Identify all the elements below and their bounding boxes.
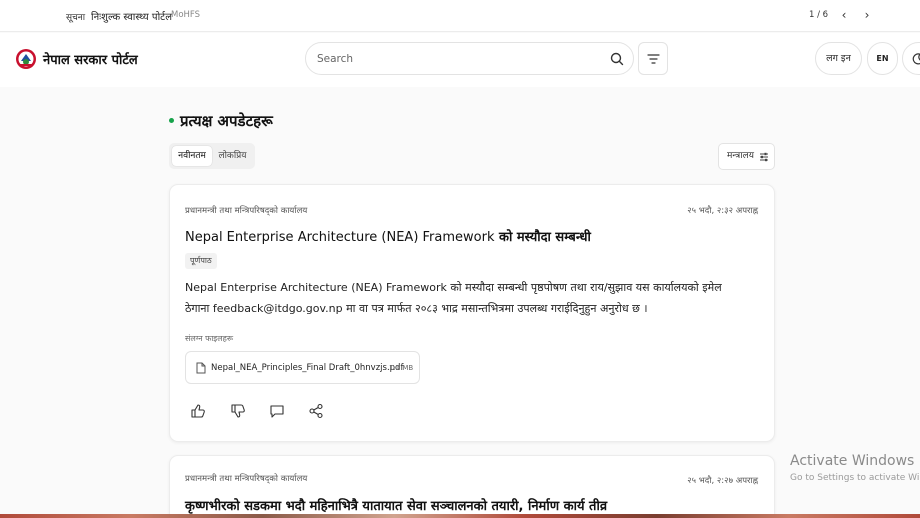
card-title-en: Nepal Enterprise Architecture (NEA) Fram… (185, 230, 495, 245)
notice-ticker: सूचना निःशुल्क स्वास्थ्य पोर्टल MoHFS 1 … (0, 0, 920, 32)
ticker-source: MoHFS (171, 10, 201, 20)
full-text-badge[interactable]: पूर्णपाठ (185, 253, 217, 269)
login-button[interactable]: लग इन (815, 42, 862, 75)
card-source[interactable]: प्रधानमन्त्री तथा मन्त्रिपरिषद्‌को कार्य… (185, 205, 307, 216)
search-input[interactable]: Search (305, 42, 634, 75)
sort-tabs: नवीनतम लोकप्रिय (169, 143, 255, 169)
attachment-filesize: 1.1 MB (389, 364, 414, 372)
ministry-filter-button[interactable]: मन्त्रालय (718, 143, 775, 170)
card-source[interactable]: प्रधानमन्त्री तथा मन्त्रिपरिषद्‌को कार्य… (185, 473, 307, 484)
attachment-filename: Nepal_NEA_Principles_Final Draft_0hnvzjs… (211, 363, 404, 373)
ticker-pager: 1 / 6 (809, 10, 829, 20)
attachment-chip[interactable]: Nepal_NEA_Principles_Final Draft_0hnvzjs… (185, 351, 420, 384)
ticker-message[interactable]: निःशुल्क स्वास्थ्य पोर्टल (91, 9, 172, 23)
comment-icon[interactable] (269, 403, 285, 419)
activate-windows-subtext: Go to Settings to activate Windows. (790, 473, 920, 483)
section-title-text: प्रत्यक्ष अपडेटहरू (180, 112, 273, 130)
theme-toggle-button[interactable] (902, 42, 920, 75)
chevron-right-icon[interactable]: › (861, 8, 873, 22)
thumbs-up-icon[interactable] (190, 403, 206, 419)
attachments-label: संलग्न फाइलहरू (185, 334, 234, 343)
tab-latest[interactable]: नवीनतम (172, 146, 212, 166)
language-toggle-button[interactable]: EN (867, 42, 898, 75)
ministry-filter-label: मन्त्रालय (727, 151, 754, 161)
moon-icon (912, 53, 920, 65)
nepal-emblem-icon[interactable] (15, 48, 37, 70)
card-date: २५ भदौ, २:२७ अपराह्न (687, 476, 758, 486)
thumbs-down-icon[interactable] (230, 403, 246, 419)
taskbar-strip (0, 514, 920, 518)
share-icon[interactable] (308, 403, 324, 419)
activate-windows-watermark: Activate Windows (790, 453, 915, 469)
update-card[interactable]: प्रधानमन्त्री तथा मन्त्रिपरिषद्‌को कार्य… (169, 184, 775, 442)
section-title: प्रत्यक्ष अपडेटहरू (169, 111, 273, 131)
portal-brand-title[interactable]: नेपाल सरकार पोर्टल (43, 50, 138, 68)
search-placeholder: Search (317, 53, 354, 65)
card-date: २५ भदौ, २:३२ अपराह्न (687, 206, 758, 216)
chevron-left-icon[interactable]: ‹ (838, 8, 850, 22)
sliders-icon (760, 152, 768, 162)
card-title-ne: को मस्यौदा सम्बन्धी (494, 230, 591, 245)
card-title[interactable]: Nepal Enterprise Architecture (NEA) Fram… (185, 227, 591, 245)
file-icon (196, 362, 206, 374)
card-title[interactable]: कृष्णभीरको सडकमा भदौ महिनाभित्रै यातायात… (185, 496, 607, 514)
ticker-label: सूचना (66, 13, 86, 23)
filter-button[interactable] (638, 42, 668, 75)
filter-lines-icon (647, 54, 660, 64)
search-icon[interactable] (609, 51, 625, 67)
update-card[interactable]: प्रधानमन्त्री तथा मन्त्रिपरिषद्‌को कार्य… (169, 455, 775, 518)
tab-popular[interactable]: लोकप्रिय (213, 146, 252, 166)
site-header: नेपाल सरकार पोर्टल Search लग इन EN (0, 33, 920, 87)
card-body-text: Nepal Enterprise Architecture (NEA) Fram… (185, 281, 722, 315)
